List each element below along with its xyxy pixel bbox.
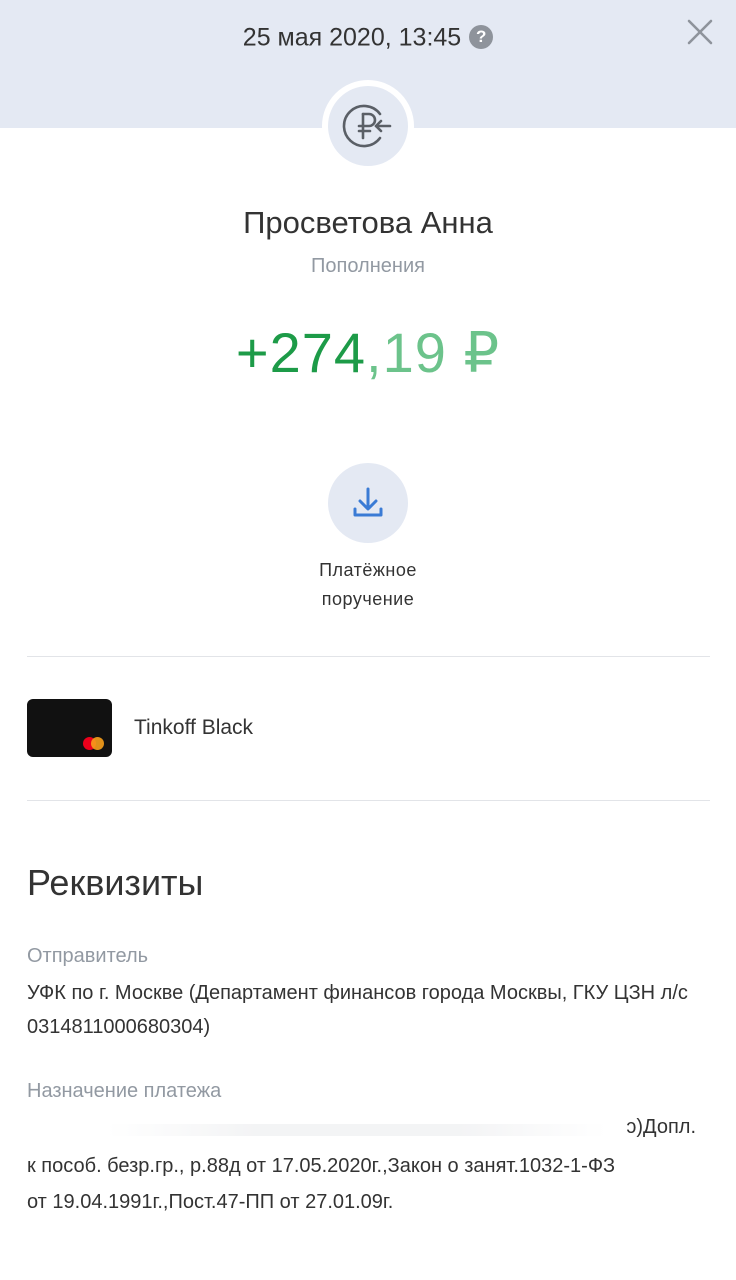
download-icon <box>353 487 383 517</box>
payment-order-label[interactable]: Платёжное поручение <box>218 556 518 614</box>
operation-datetime: 25 мая 2020, 13:45? <box>0 20 736 53</box>
purpose-first-line: ɔ)Допл. <box>27 1110 696 1144</box>
card-name[interactable]: Tinkoff Black <box>134 714 253 742</box>
purpose-value: к пособ. безр.гр., р.88д от 17.05.2020г.… <box>27 1155 616 1213</box>
sender-label: Отправитель <box>27 945 149 967</box>
amount-fraction: ,19 ₽ <box>366 321 501 384</box>
operation-amount: +274,19 ₽ <box>0 320 736 386</box>
purpose-label: Назначение платежа <box>27 1080 222 1102</box>
sender-value: УФК по г. Москве (Департамент финансов г… <box>27 982 688 1038</box>
card-thumbnail[interactable] <box>27 699 112 757</box>
close-icon[interactable] <box>684 16 716 48</box>
question-circle-icon[interactable]: ? <box>469 25 494 50</box>
ruble-incoming-icon <box>328 86 408 166</box>
amount-integer: +274 <box>235 321 367 384</box>
operation-details-screen: 25 мая 2020, 13:45? Просветова Анна Попо… <box>0 0 736 1280</box>
purpose-first-line-text: ɔ)Допл. <box>626 1116 696 1138</box>
payment-order-label-text: Платёжное поручение <box>319 560 417 609</box>
counterparty-name: Просветова Анна <box>243 205 493 240</box>
divider <box>27 656 710 657</box>
datetime-text: 25 мая 2020, 13:45 <box>242 23 462 52</box>
divider <box>27 800 710 801</box>
details-section-title: Реквизиты <box>27 862 204 903</box>
mastercard-logo-orange <box>91 737 104 750</box>
operation-category[interactable]: Пополнения <box>0 253 736 279</box>
redacted-text <box>107 1124 607 1136</box>
payment-order-button[interactable] <box>328 463 408 543</box>
operation-type-icon-wrapper <box>322 80 414 172</box>
